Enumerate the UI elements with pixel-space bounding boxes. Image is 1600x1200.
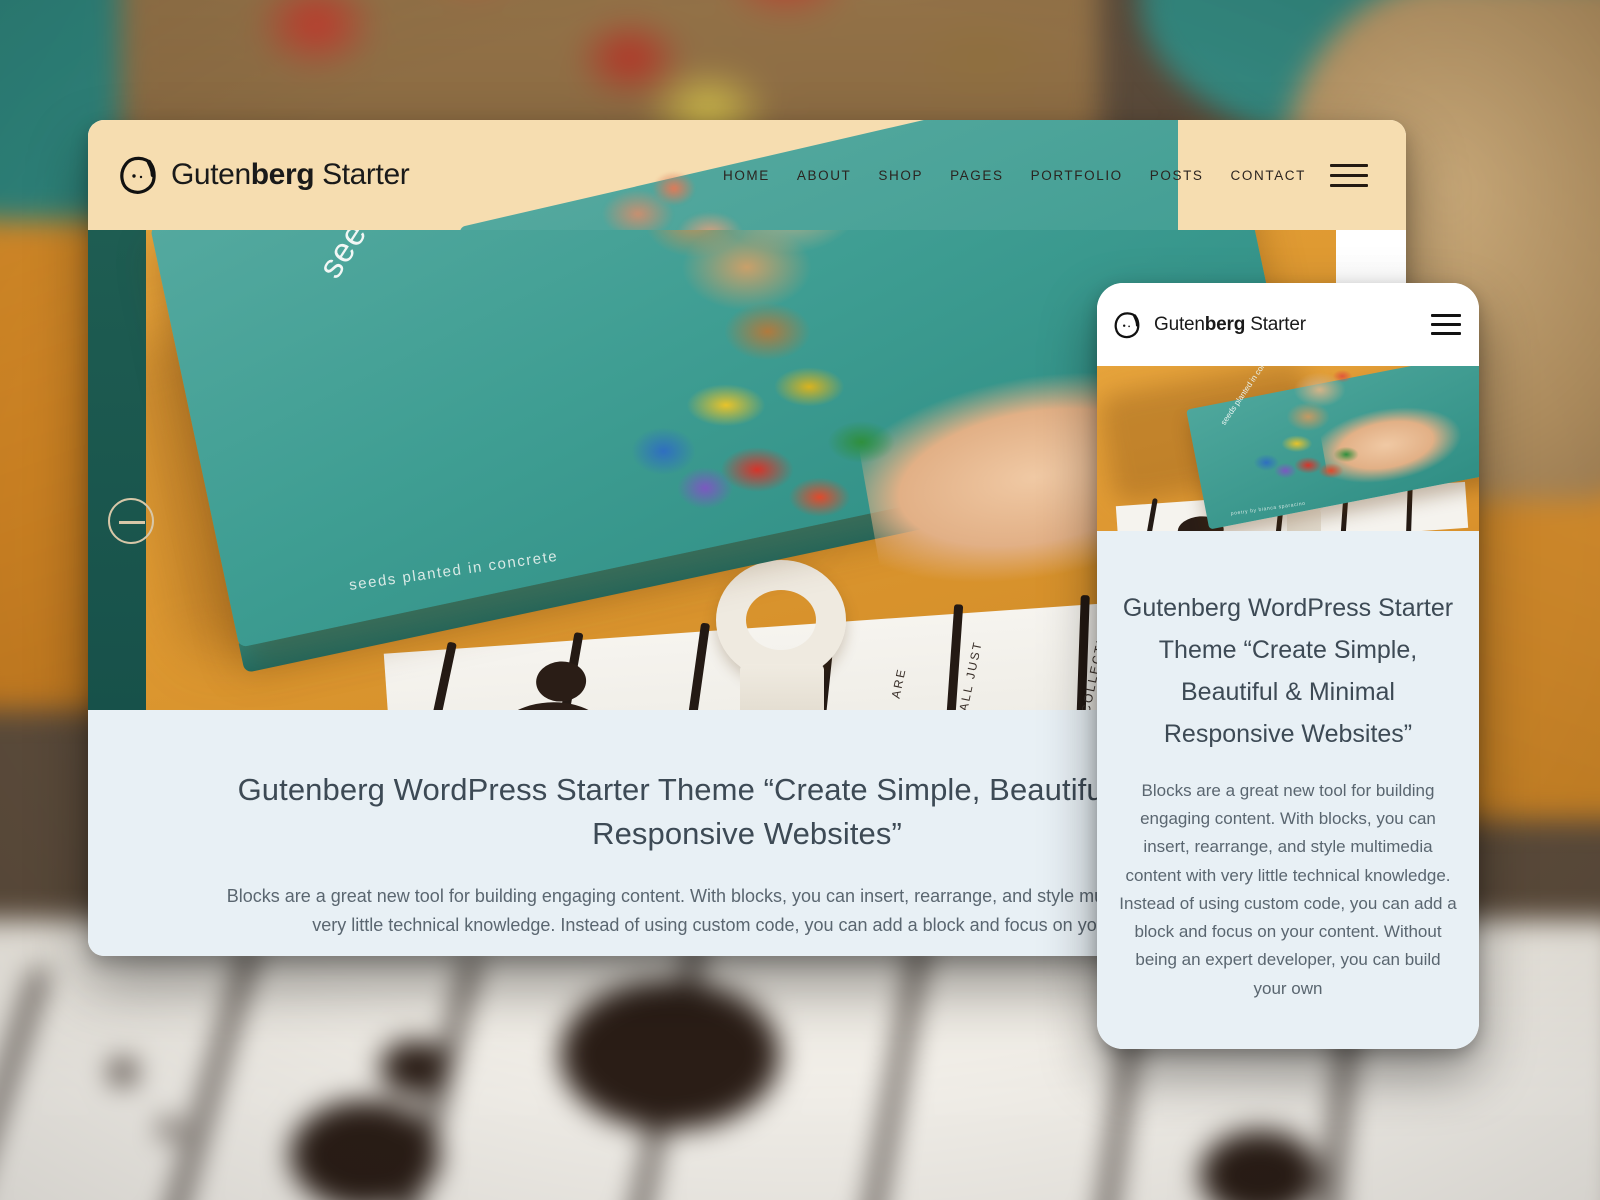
phone-page-paragraph: Blocks are a great new tool for building… [1119,781,1457,998]
phone-logo-text-light: Guten [1154,313,1205,335]
desktop-logo-text: Gutenberg Starter [171,158,410,192]
phone-hamburger-bar-1 [1431,314,1461,317]
hamburger-bar-2 [1330,173,1368,177]
phone-hero-image: seeds planted in concrete poetry by bian… [1097,366,1479,531]
nav-item-portfolio[interactable]: PORTFOLIO [1031,168,1123,183]
hero-floral-bouquet [518,230,1038,580]
hero-teal-sidewall [88,230,146,710]
poster-word-all-just: ALL JUST [956,639,985,710]
brush-circle-logo-icon [118,155,158,195]
phone-logo[interactable]: Gutenberg Starter [1113,311,1306,339]
phone-hero-bouquet [1217,366,1407,495]
hamburger-bar-1 [1330,163,1368,167]
hero-circle-badge-icon [108,498,154,544]
nav-item-home[interactable]: HOME [723,168,770,183]
nav-item-pages[interactable]: PAGES [950,168,1004,183]
hero-stone-pedestal [688,560,878,710]
nav-item-contact[interactable]: CONTACT [1231,168,1306,183]
logo-text-tail: Starter [314,158,410,191]
logo-text-light: Guten [171,158,251,191]
brush-circle-logo-icon [1113,311,1141,339]
phone-mockup: Gutenberg Starter seeds planted in concr… [1097,283,1479,1049]
phone-logo-text-tail: Starter [1245,313,1306,335]
hamburger-bar-3 [1330,183,1368,187]
phone-hamburger-bar-3 [1431,332,1461,335]
phone-hamburger-bar-2 [1431,323,1461,326]
nav-item-about[interactable]: ABOUT [797,168,852,183]
pedestal-base [740,664,824,710]
phone-content-panel: Gutenberg WordPress Starter Theme “Creat… [1097,531,1479,1049]
phone-page-heading: Gutenberg WordPress Starter Theme “Creat… [1122,594,1454,748]
desktop-logo[interactable]: Gutenberg Starter [118,155,410,195]
desktop-main-nav: HOME ABOUT SHOP PAGES PORTFOLIO POSTS CO… [723,168,1330,183]
hamburger-menu-icon[interactable] [1330,160,1368,190]
phone-site-header: Gutenberg Starter [1097,283,1479,366]
phone-logo-text-bold: berg [1204,313,1246,335]
phone-logo-text: Gutenberg Starter [1154,314,1306,336]
desktop-site-header: Gutenberg Starter HOME ABOUT SHOP PAGES … [88,120,1406,230]
nav-item-shop[interactable]: SHOP [878,168,923,183]
poster-word-are: ARE [888,666,909,700]
logo-text-bold: berg [250,158,315,191]
phone-hamburger-menu-icon[interactable] [1431,313,1461,337]
nav-item-posts[interactable]: POSTS [1150,168,1204,183]
